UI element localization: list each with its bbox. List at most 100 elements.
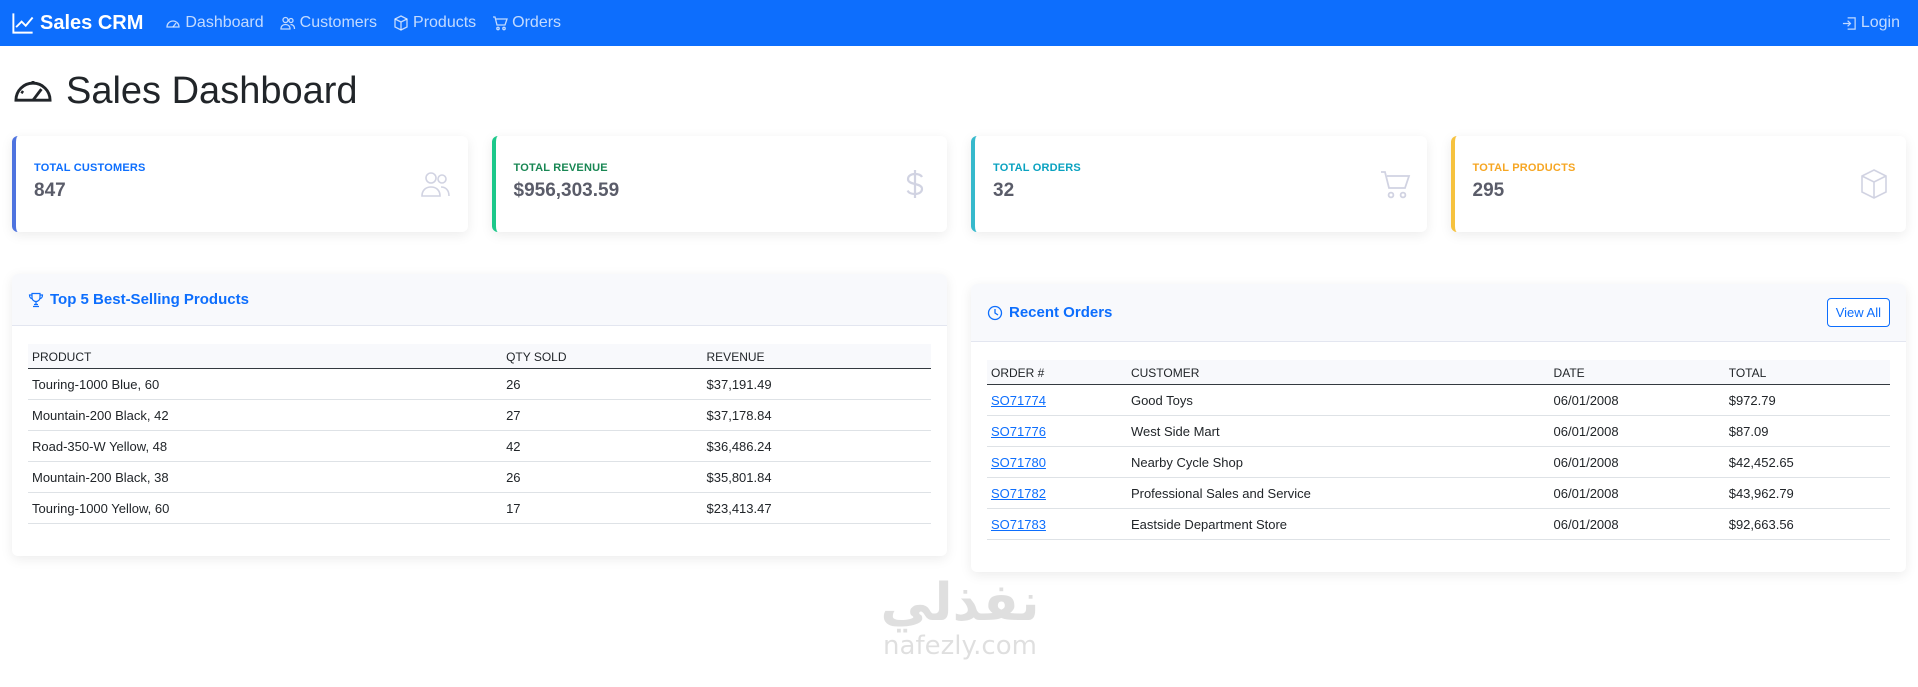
stat-card-products: TOTAL PRODUCTS 295 (1450, 136, 1906, 232)
speedometer-icon (14, 81, 52, 102)
panel-header: Recent Orders View All (971, 284, 1906, 342)
box-icon (1861, 169, 1887, 199)
recent-orders-panel: Recent Orders View All ORDER # CUSTOMER … (971, 284, 1906, 572)
product-name: Mountain-200 Black, 38 (28, 461, 503, 493)
table-row: Road-350-W Yellow, 48 42 $36,486.24 (28, 430, 931, 462)
stat-value: $956,303.59 (513, 180, 620, 201)
stat-card-orders: TOTAL ORDERS 32 (971, 136, 1427, 232)
product-name: Touring-1000 Yellow, 60 (28, 492, 503, 524)
nav-link-label: Dashboard (185, 14, 264, 31)
table-header-row: PRODUCT QTY SOLD REVENUE (28, 344, 931, 369)
column-header: REVENUE (702, 344, 931, 369)
speedometer-icon (166, 20, 181, 28)
qty-sold: 17 (502, 492, 703, 524)
column-header: CUSTOMER (1126, 360, 1550, 385)
panel-header: Top 5 Best-Selling Products (12, 274, 947, 326)
order-date: 06/01/2008 (1549, 384, 1725, 416)
revenue: $37,178.84 (702, 399, 931, 431)
trophy-icon (28, 292, 44, 307)
column-header: ORDER # (987, 360, 1127, 385)
cart-icon (493, 16, 509, 31)
product-name: Touring-1000 Blue, 60 (28, 368, 503, 400)
order-date: 06/01/2008 (1549, 446, 1725, 478)
table-row: Mountain-200 Black, 42 27 $37,178.84 (28, 399, 931, 431)
watermark-latin: nafezly.com (883, 631, 1037, 661)
nav-link-label: Customers (299, 14, 378, 31)
order-date: 06/01/2008 (1549, 415, 1725, 447)
panel-title-text: Top 5 Best-Selling Products (50, 291, 249, 308)
customer-name: Eastside Department Store (1126, 508, 1550, 540)
top-products-table: PRODUCT QTY SOLD REVENUE Touring-1000 Bl… (28, 344, 931, 524)
stat-label: TOTAL PRODUCTS (1472, 162, 1576, 174)
nav-links: Dashboard Customers Products Orders (165, 14, 561, 32)
top-products-panel: Top 5 Best-Selling Products PRODUCT QTY … (12, 274, 947, 556)
login-link[interactable]: Login (1842, 14, 1900, 32)
table-header-row: ORDER # CUSTOMER DATE TOTAL (987, 360, 1890, 385)
table-row: SO71774 Good Toys 06/01/2008 $972.79 (987, 384, 1890, 416)
order-total: $43,962.79 (1724, 477, 1890, 509)
stat-value: 32 (993, 180, 1015, 201)
chart-line-icon (12, 13, 34, 34)
stat-cards: TOTAL CUSTOMERS 847 TOTAL REVENUE $956,3… (0, 136, 1918, 232)
order-link[interactable]: SO71783 (991, 517, 1046, 532)
qty-sold: 26 (502, 461, 703, 493)
column-header: QTY SOLD (502, 344, 703, 369)
people-icon (420, 172, 450, 197)
panel-title: Recent Orders (987, 304, 1112, 321)
nav-link-products[interactable]: Products (393, 14, 476, 32)
stat-card-customers: TOTAL CUSTOMERS 847 (12, 136, 468, 232)
qty-sold: 26 (502, 368, 703, 400)
nav-link-dashboard[interactable]: Dashboard (165, 14, 264, 32)
revenue: $35,801.84 (702, 461, 931, 493)
view-all-button[interactable]: View All (1826, 298, 1890, 327)
order-date: 06/01/2008 (1549, 508, 1725, 540)
login-icon (1842, 16, 1856, 30)
dollar-icon (906, 170, 924, 198)
customer-name: Nearby Cycle Shop (1126, 446, 1550, 478)
revenue: $36,486.24 (702, 430, 931, 462)
order-link[interactable]: SO71774 (991, 393, 1046, 408)
page-header: Sales Dashboard (12, 68, 1918, 114)
table-row: Mountain-200 Black, 38 26 $35,801.84 (28, 461, 931, 493)
order-link[interactable]: SO71782 (991, 486, 1046, 501)
box-icon (394, 15, 408, 31)
column-header: TOTAL (1724, 360, 1890, 385)
table-row: Touring-1000 Blue, 60 26 $37,191.49 (28, 368, 931, 400)
stat-value: 295 (1472, 180, 1505, 201)
brand-link[interactable]: Sales CRM (12, 12, 143, 35)
login-label: Login (1860, 14, 1900, 31)
order-link[interactable]: SO71776 (991, 424, 1046, 439)
brand-name: Sales CRM (40, 11, 144, 34)
order-total: $42,452.65 (1724, 446, 1890, 478)
page-title: Sales Dashboard (66, 69, 358, 112)
customer-name: Professional Sales and Service (1126, 477, 1550, 509)
product-name: Mountain-200 Black, 42 (28, 399, 503, 431)
panel-title: Top 5 Best-Selling Products (28, 291, 249, 308)
stat-label: TOTAL REVENUE (513, 162, 608, 174)
nav-link-customers[interactable]: Customers (280, 14, 377, 32)
qty-sold: 27 (502, 399, 703, 431)
product-name: Road-350-W Yellow, 48 (28, 430, 503, 462)
customer-name: Good Toys (1126, 384, 1550, 416)
order-date: 06/01/2008 (1549, 477, 1725, 509)
nav-link-label: Orders (512, 14, 562, 31)
navbar: Sales CRM Dashboard Customers Products O… (0, 0, 1918, 46)
panel-title-text: Recent Orders (1009, 304, 1113, 321)
watermark: نفذلي nafezly.com (850, 575, 1070, 685)
qty-sold: 42 (502, 430, 703, 462)
stat-card-revenue: TOTAL REVENUE $956,303.59 (491, 136, 947, 232)
dashboard-panels: Top 5 Best-Selling Products PRODUCT QTY … (0, 274, 1918, 572)
table-row: SO71780 Nearby Cycle Shop 06/01/2008 $42… (987, 446, 1890, 478)
order-link[interactable]: SO71780 (991, 455, 1046, 470)
recent-orders-table: ORDER # CUSTOMER DATE TOTAL SO71774 Good… (987, 360, 1890, 540)
nav-link-label: Products (413, 14, 477, 31)
nav-link-orders[interactable]: Orders (492, 14, 561, 32)
watermark-script: نفذلي (880, 573, 1040, 633)
stat-label: TOTAL ORDERS (993, 162, 1081, 174)
stat-label: TOTAL CUSTOMERS (34, 162, 146, 174)
table-row: SO71782 Professional Sales and Service 0… (987, 477, 1890, 509)
customer-name: West Side Mart (1126, 415, 1550, 447)
order-total: $972.79 (1724, 384, 1890, 416)
people-icon (280, 16, 295, 30)
revenue: $23,413.47 (702, 492, 931, 524)
